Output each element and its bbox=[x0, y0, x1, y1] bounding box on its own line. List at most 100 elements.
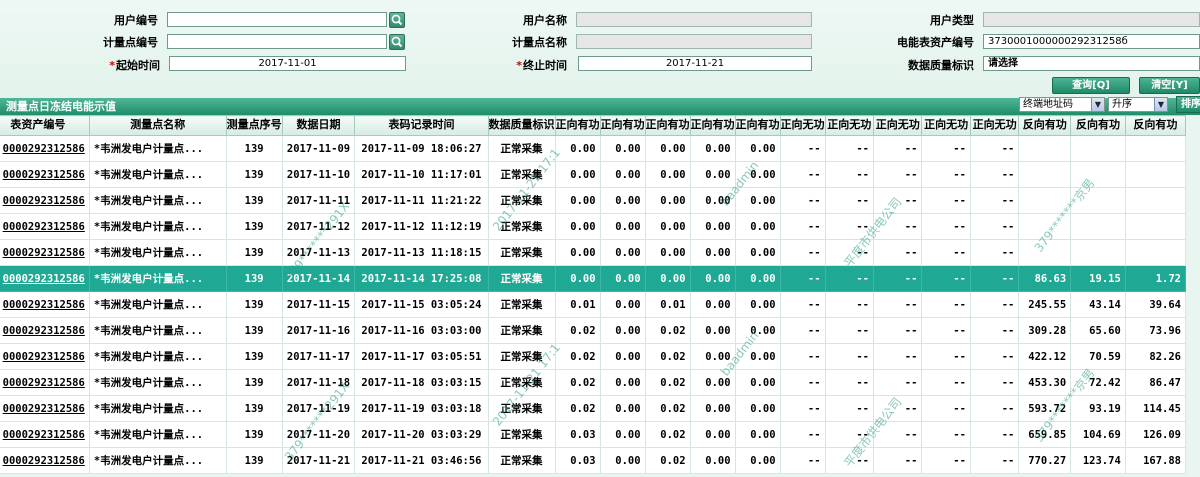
asset-no-link[interactable]: 0000292312586 bbox=[0, 421, 90, 448]
column-header[interactable]: 正向有功 bbox=[734, 115, 781, 136]
table-cell: -- bbox=[969, 161, 1020, 188]
table-cell: 0.01 bbox=[554, 291, 601, 318]
asset-no-link[interactable]: 0000292312586 bbox=[0, 395, 90, 422]
sort-field-select[interactable]: 终端地址码 ▼ bbox=[1019, 97, 1105, 112]
table-cell: 正常采集 bbox=[487, 369, 556, 396]
table-cell: -- bbox=[969, 447, 1020, 474]
table-row[interactable]: 0000292312586 *韦洲发电户计量点... 139 2017-11-16 20… bbox=[0, 317, 1187, 344]
table-cell: 0.00 bbox=[734, 369, 781, 396]
quality-select[interactable]: 请选择 bbox=[983, 56, 1200, 71]
column-header[interactable]: 正向有功 bbox=[689, 115, 736, 136]
column-header[interactable]: 数据日期 bbox=[281, 115, 356, 136]
clear-button[interactable]: 清空[Y] bbox=[1139, 77, 1200, 94]
column-header[interactable]: 正向无功 bbox=[969, 115, 1020, 136]
table-cell: 0.00 bbox=[734, 343, 781, 370]
table-cell: 0.00 bbox=[599, 265, 646, 292]
table-cell bbox=[1124, 135, 1187, 162]
column-header[interactable]: 测量点名称 bbox=[88, 115, 227, 136]
table-row[interactable]: 0000292312586 *韦洲发电户计量点... 139 2017-11-12 20… bbox=[0, 213, 1187, 240]
table-cell: 86.63 bbox=[1018, 265, 1072, 292]
sort-button[interactable]: 排序 bbox=[1176, 96, 1200, 113]
user-type-input[interactable] bbox=[983, 12, 1200, 27]
table-cell: 0.00 bbox=[554, 135, 601, 162]
table-row[interactable]: 0000292312586 *韦洲发电户计量点... 139 2017-11-21 20… bbox=[0, 447, 1187, 474]
asset-no-link[interactable]: 0000292312586 bbox=[0, 369, 90, 396]
start-time-input[interactable]: 2017-11-01 bbox=[169, 56, 406, 71]
table-row[interactable]: 0000292312586 *韦洲发电户计量点... 139 2017-11-11 20… bbox=[0, 187, 1187, 214]
asset-no-link[interactable]: 0000292312586 bbox=[0, 239, 90, 266]
table-cell: -- bbox=[779, 343, 826, 370]
table-cell: -- bbox=[824, 369, 875, 396]
asset-no-link[interactable]: 0000292312586 bbox=[0, 161, 90, 188]
table-cell: 0.00 bbox=[689, 291, 736, 318]
table-row[interactable]: 0000292312586 *韦洲发电户计量点... 139 2017-11-20 20… bbox=[0, 421, 1187, 448]
table-cell: -- bbox=[969, 213, 1020, 240]
table-cell: -- bbox=[872, 187, 923, 214]
table-row[interactable]: 0000292312586 *韦洲发电户计量点... 139 2017-11-15 20… bbox=[0, 291, 1187, 318]
table-cell: 0.03 bbox=[554, 421, 601, 448]
table-cell: 2017-11-09 bbox=[281, 135, 356, 162]
end-time-input[interactable]: 2017-11-21 bbox=[578, 56, 812, 71]
table-cell bbox=[1018, 161, 1072, 188]
table-cell: 正常采集 bbox=[487, 317, 556, 344]
table-cell: -- bbox=[872, 369, 923, 396]
user-no-search-button[interactable] bbox=[389, 12, 405, 28]
column-header[interactable]: 反向有功 bbox=[1018, 115, 1072, 136]
table-cell: 0.00 bbox=[554, 213, 601, 240]
table-row[interactable]: 0000292312586 *韦洲发电户计量点... 139 2017-11-10 20… bbox=[0, 161, 1187, 188]
mp-no-label: 计量点编号 bbox=[103, 36, 158, 49]
asset-no-link[interactable]: 0000292312586 bbox=[0, 213, 90, 240]
asset-no-link[interactable]: 0000292312586 bbox=[0, 343, 90, 370]
table-row[interactable]: 0000292312586 *韦洲发电户计量点... 139 2017-11-17 20… bbox=[0, 343, 1187, 370]
table-cell: 139 bbox=[225, 239, 283, 266]
column-header[interactable]: 正向有功 bbox=[554, 115, 601, 136]
table-cell: 0.02 bbox=[644, 447, 691, 474]
asset-no-link[interactable]: 0000292312586 bbox=[0, 291, 90, 318]
table-cell: 309.28 bbox=[1018, 317, 1072, 344]
table-cell: -- bbox=[921, 187, 971, 214]
column-header[interactable]: 正向无功 bbox=[779, 115, 826, 136]
column-header[interactable]: 数据质量标识 bbox=[487, 115, 556, 136]
table-cell: 2017-11-13 bbox=[281, 239, 356, 266]
column-header[interactable]: 反向有功 bbox=[1070, 115, 1126, 136]
mp-no-input[interactable] bbox=[167, 34, 387, 49]
column-header[interactable]: 正向有功 bbox=[644, 115, 691, 136]
table-cell: 0.00 bbox=[689, 421, 736, 448]
asset-no-link[interactable]: 0000292312586 bbox=[0, 135, 90, 162]
table-cell: 0.00 bbox=[554, 239, 601, 266]
mp-no-search-button[interactable] bbox=[389, 34, 405, 50]
table-cell: 2017-11-11 11:21:22 bbox=[354, 187, 489, 214]
asset-no-link[interactable]: 0000292312586 bbox=[0, 265, 90, 292]
query-button[interactable]: 查询[Q] bbox=[1052, 77, 1130, 94]
table-row[interactable]: 0000292312586 *韦洲发电户计量点... 139 2017-11-14 20… bbox=[0, 265, 1187, 292]
table-cell: 659.85 bbox=[1018, 421, 1072, 448]
table-cell: 0.00 bbox=[689, 135, 736, 162]
asset-no-link[interactable]: 0000292312586 bbox=[0, 447, 90, 474]
table-row[interactable]: 0000292312586 *韦洲发电户计量点... 139 2017-11-18 20… bbox=[0, 369, 1187, 396]
asset-no-link[interactable]: 0000292312586 bbox=[0, 187, 90, 214]
column-header[interactable]: 正向无功 bbox=[824, 115, 875, 136]
table-cell: 139 bbox=[225, 265, 283, 292]
column-header[interactable]: 正向无功 bbox=[921, 115, 971, 136]
sort-order-select[interactable]: 升序 ▼ bbox=[1108, 97, 1168, 112]
column-header[interactable]: 正向无功 bbox=[872, 115, 923, 136]
table-cell: 73.96 bbox=[1124, 317, 1187, 344]
column-header[interactable]: 表资产编号 bbox=[0, 115, 90, 136]
table-cell: 2017-11-09 18:06:27 bbox=[354, 135, 489, 162]
table-cell: 0.00 bbox=[689, 187, 736, 214]
column-header[interactable]: 正向有功 bbox=[599, 115, 646, 136]
table-cell: 0.00 bbox=[689, 395, 736, 422]
column-header[interactable]: 表码记录时间 bbox=[354, 115, 489, 136]
column-header[interactable]: 测量点序号 bbox=[225, 115, 283, 136]
table-cell: 正常采集 bbox=[487, 161, 556, 188]
table-row[interactable]: 0000292312586 *韦洲发电户计量点... 139 2017-11-09 20… bbox=[0, 135, 1187, 162]
user-no-input[interactable] bbox=[167, 12, 387, 27]
table-cell: -- bbox=[824, 317, 875, 344]
asset-no-link[interactable]: 0000292312586 bbox=[0, 317, 90, 344]
table-cell: -- bbox=[921, 317, 971, 344]
table-row[interactable]: 0000292312586 *韦洲发电户计量点... 139 2017-11-19 20… bbox=[0, 395, 1187, 422]
table-row[interactable]: 0000292312586 *韦洲发电户计量点... 139 2017-11-13 20… bbox=[0, 239, 1187, 266]
table-cell: -- bbox=[969, 317, 1020, 344]
meter-asset-input[interactable]: 373000100000029231258б bbox=[983, 34, 1200, 49]
column-header[interactable]: 反向有功 bbox=[1124, 115, 1187, 136]
